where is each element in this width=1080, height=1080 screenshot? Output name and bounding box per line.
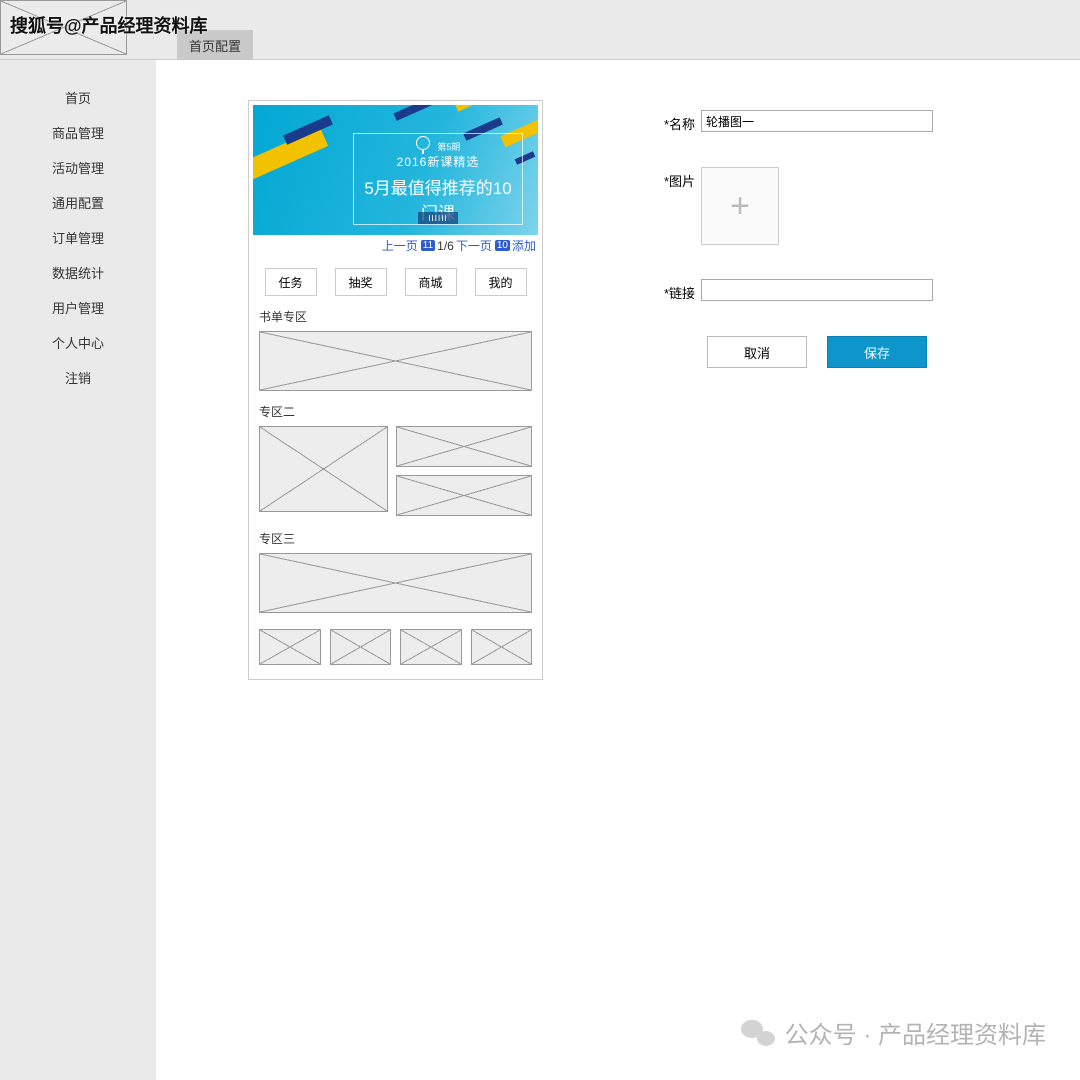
save-button[interactable]: 保存 <box>827 336 927 368</box>
phone-preview: 第5期 2016新课精选 5月最值得推荐的10门课 IIIIII 上一页11 1… <box>248 100 543 680</box>
name-label: *名称 <box>653 110 701 133</box>
zone3-thumb-2[interactable] <box>330 629 392 665</box>
sidebar-item-users[interactable]: 用户管理 <box>52 290 104 325</box>
zone3-thumb-4[interactable] <box>471 629 533 665</box>
sidebar-item-logout[interactable]: 注销 <box>65 360 91 395</box>
zone3-thumb-3[interactable] <box>400 629 462 665</box>
zone2-left-placeholder[interactable] <box>259 426 388 512</box>
banner-subtitle: 2016新课精选 <box>358 153 518 170</box>
form-column: *名称 *图片 + *链接 取消 保存 <box>543 60 973 1080</box>
trophy-icon <box>416 136 430 150</box>
image-upload[interactable]: + <box>701 167 779 245</box>
cancel-button[interactable]: 取消 <box>707 336 807 368</box>
zone2-right-bottom-placeholder[interactable] <box>396 475 532 516</box>
zone3-thumb-1[interactable] <box>259 629 321 665</box>
booklist-placeholder[interactable] <box>259 331 532 391</box>
pager-prev[interactable]: 上一页 <box>382 237 418 254</box>
preview-tabs: 任务 抽奖 商城 我的 <box>253 258 538 304</box>
sidebar-item-stats[interactable]: 数据统计 <box>52 255 104 290</box>
wechat-icon <box>741 1016 775 1050</box>
section-title-booklist: 书单专区 <box>253 304 538 329</box>
pager-count: 1/6 <box>437 239 454 253</box>
zone2-right-top-placeholder[interactable] <box>396 426 532 467</box>
sidebar-item-home[interactable]: 首页 <box>65 80 91 115</box>
banner-logo: IIIIII <box>418 212 458 224</box>
tab-tasks[interactable]: 任务 <box>265 268 317 296</box>
watermark-top: 搜狐号@产品经理资料库 <box>10 12 208 38</box>
zone3-wide-placeholder[interactable] <box>259 553 532 613</box>
sidebar-item-products[interactable]: 商品管理 <box>52 115 104 150</box>
section-title-zone3: 专区三 <box>253 526 538 551</box>
watermark-bottom: 公众号 · 产品经理资料库 <box>741 1015 1046 1050</box>
name-input[interactable] <box>701 110 933 132</box>
link-input[interactable] <box>701 279 933 301</box>
pager-prev-badge: 11 <box>421 240 435 251</box>
sidebar: 首页 商品管理 活动管理 通用配置 订单管理 数据统计 用户管理 个人中心 注销 <box>0 60 156 1080</box>
carousel-pager: 上一页11 1/6 下一页10 添加 <box>253 235 538 258</box>
pager-next[interactable]: 下一页 <box>456 237 492 254</box>
sidebar-item-profile[interactable]: 个人中心 <box>52 325 104 360</box>
section-title-zone2: 专区二 <box>253 399 538 424</box>
banner-text-box: 第5期 2016新课精选 5月最值得推荐的10门课 IIIIII <box>353 133 523 225</box>
tab-mall[interactable]: 商城 <box>405 268 457 296</box>
carousel-banner[interactable]: 第5期 2016新课精选 5月最值得推荐的10门课 IIIIII <box>253 105 538 235</box>
pager-next-badge: 10 <box>495 240 510 251</box>
banner-issue: 第5期 <box>437 142 460 152</box>
link-label: *链接 <box>653 279 701 302</box>
sidebar-item-general-config[interactable]: 通用配置 <box>52 185 104 220</box>
tab-mine[interactable]: 我的 <box>475 268 527 296</box>
plus-icon: + <box>730 187 750 226</box>
preview-column: 第5期 2016新课精选 5月最值得推荐的10门课 IIIIII 上一页11 1… <box>156 60 543 1080</box>
sidebar-item-orders[interactable]: 订单管理 <box>52 220 104 255</box>
pager-add[interactable]: 添加 <box>512 237 536 254</box>
sidebar-item-activities[interactable]: 活动管理 <box>52 150 104 185</box>
tab-lottery[interactable]: 抽奖 <box>335 268 387 296</box>
image-label: *图片 <box>653 167 701 190</box>
